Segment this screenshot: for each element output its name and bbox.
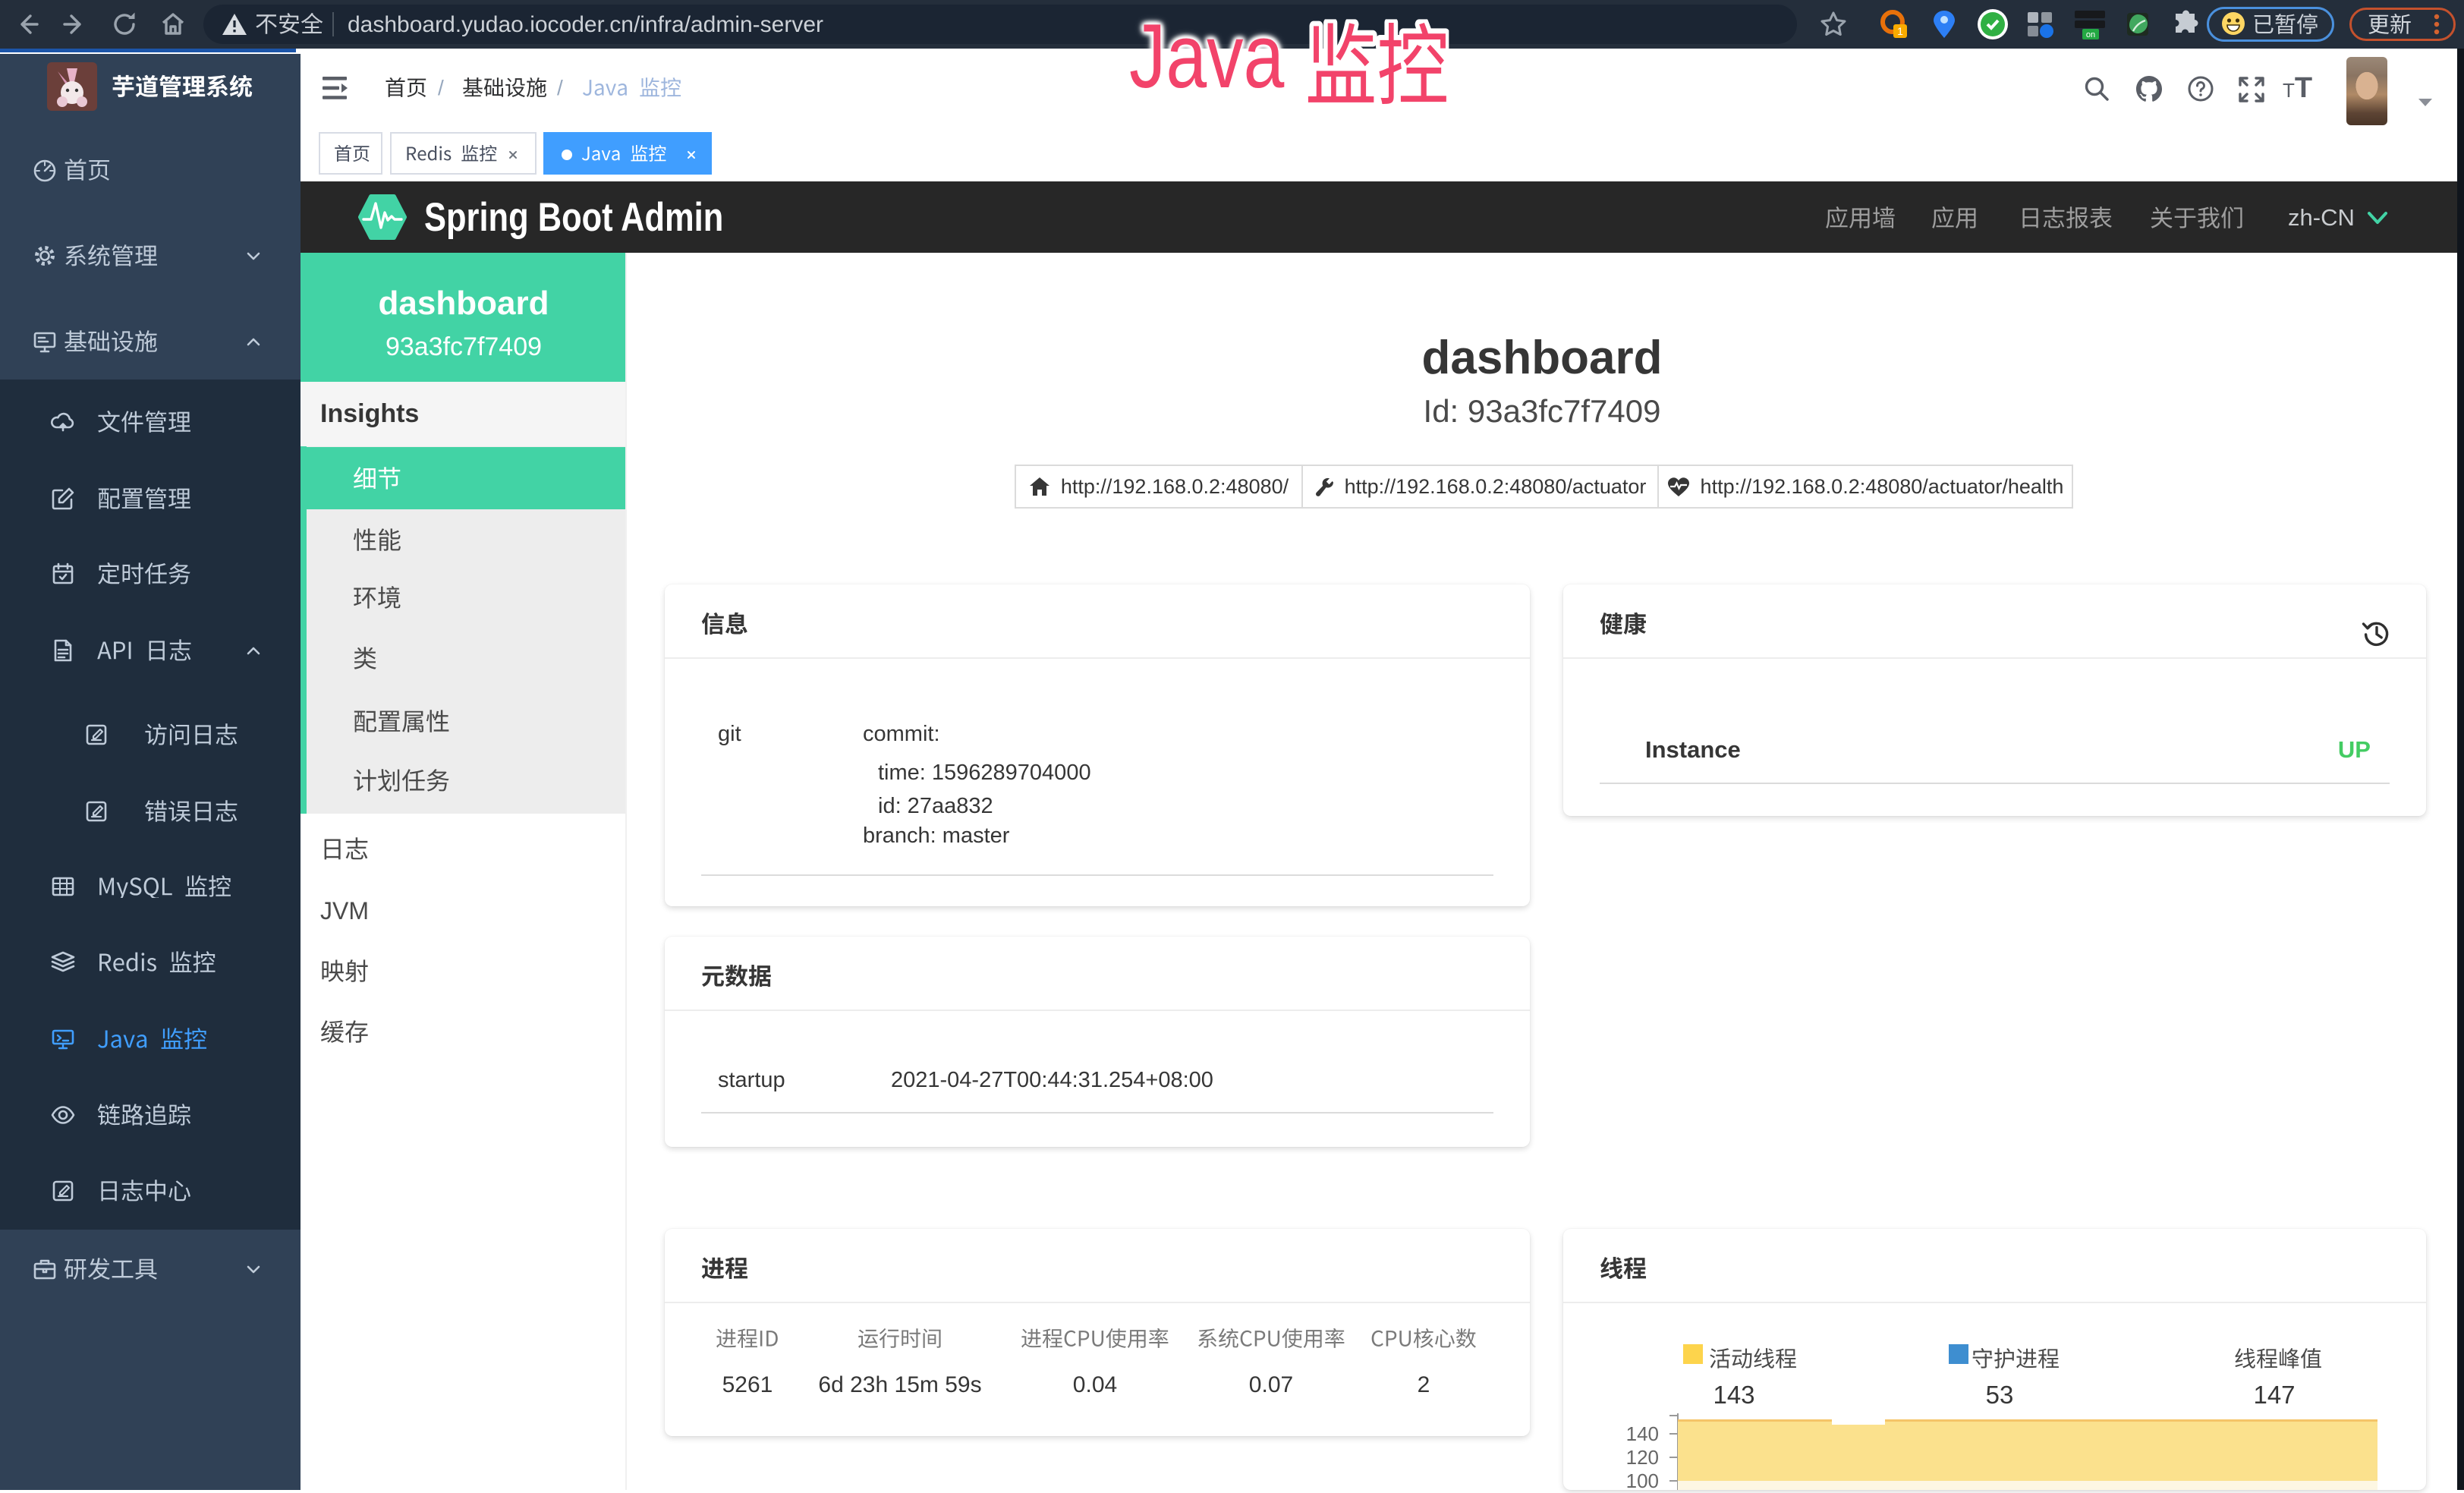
svg-text:1: 1: [1897, 25, 1903, 37]
svg-text:on: on: [2086, 30, 2095, 39]
